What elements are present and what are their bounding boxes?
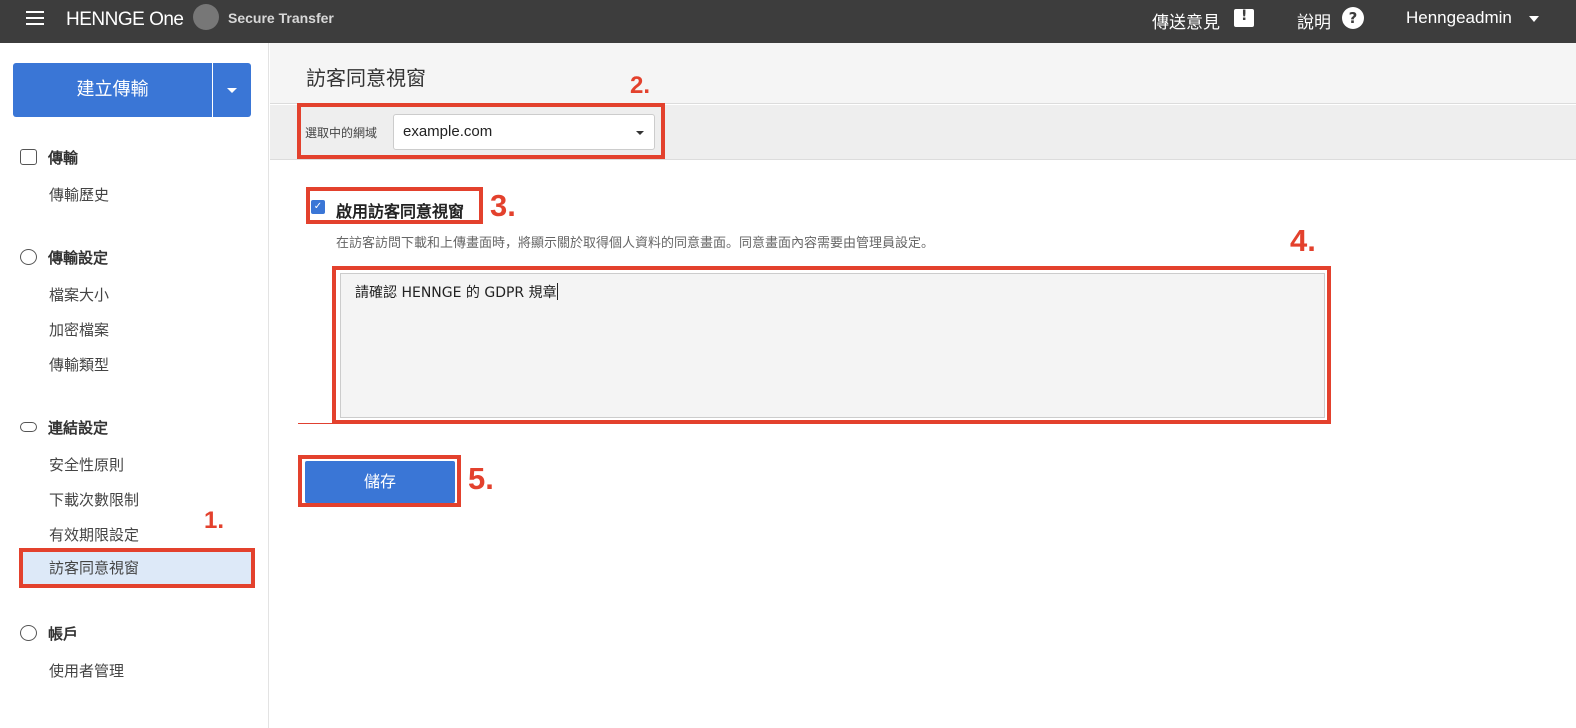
sidebar-item-user-management[interactable]: 使用者管理	[49, 660, 124, 681]
page-title: 訪客同意視窗	[306, 66, 426, 90]
top-bar: HENNGE One Secure Transfer 傳送意見 說明 ? Hen…	[0, 0, 1576, 43]
section-title: 帳戶	[48, 625, 79, 643]
divider	[298, 423, 334, 424]
lock-badge-icon	[193, 4, 219, 30]
sidebar-item-security-policy[interactable]: 安全性原則	[49, 454, 124, 475]
section-transfer: 傳輸	[20, 147, 78, 168]
gear-icon	[20, 249, 37, 265]
annotation-box-1	[19, 548, 255, 588]
logo[interactable]: HENNGE One	[66, 9, 184, 31]
product-name: Secure Transfer	[228, 10, 334, 26]
page-header: 訪客同意視窗	[270, 43, 1576, 104]
annotation-number-1: 1.	[204, 507, 225, 534]
annotation-box-5	[298, 455, 461, 507]
annotation-number-5: 5.	[468, 461, 494, 496]
sidebar-item-transfer-history[interactable]: 傳輸歷史	[49, 184, 109, 205]
section-title: 傳輸設定	[48, 249, 109, 267]
annotation-box-2	[297, 103, 665, 159]
link-icon	[20, 422, 37, 432]
annotation-box-3	[306, 187, 483, 224]
help-link[interactable]: 說明	[1297, 8, 1331, 33]
sidebar-item-file-size[interactable]: 檔案大小	[49, 284, 109, 305]
section-title: 傳輸	[48, 149, 79, 167]
user-circle-icon	[20, 625, 37, 641]
bag-icon	[20, 149, 37, 165]
section-title: 連結設定	[48, 419, 109, 437]
sidebar-item-expiry[interactable]: 有效期限設定	[49, 524, 139, 545]
caret-down-icon[interactable]	[1529, 16, 1539, 22]
annotation-box-4	[332, 266, 1331, 424]
create-transfer-button[interactable]: 建立傳輸	[13, 63, 212, 117]
sidebar-item-transfer-type[interactable]: 傳輸類型	[49, 354, 109, 375]
caret-down-icon	[227, 88, 237, 93]
help-icon[interactable]: ?	[1342, 7, 1364, 29]
feedback-icon[interactable]	[1234, 8, 1254, 27]
annotation-number-4: 4.	[1290, 223, 1316, 258]
annotation-number-3: 3.	[490, 188, 516, 223]
section-transfer-settings: 傳輸設定	[20, 247, 108, 268]
sidebar: 建立傳輸 傳輸 傳輸歷史 傳輸設定 檔案大小 加密檔案 傳輸類型 連結設定 安全…	[0, 43, 269, 728]
user-menu[interactable]: Henngeadmin	[1406, 8, 1512, 28]
help-text: 在訪客訪問下載和上傳畫面時，將顯示關於取得個人資料的同意畫面。同意畫面內容需要由…	[336, 236, 935, 251]
sidebar-item-encrypt[interactable]: 加密檔案	[49, 319, 109, 340]
section-link-settings: 連結設定	[20, 417, 108, 438]
create-transfer-dropdown[interactable]	[213, 63, 251, 117]
hamburger-menu-icon[interactable]	[26, 11, 44, 25]
section-account: 帳戶	[20, 623, 78, 644]
annotation-number-2: 2.	[630, 72, 651, 99]
feedback-link[interactable]: 傳送意見	[1152, 8, 1220, 33]
sidebar-item-download-limit[interactable]: 下載次數限制	[49, 489, 139, 510]
